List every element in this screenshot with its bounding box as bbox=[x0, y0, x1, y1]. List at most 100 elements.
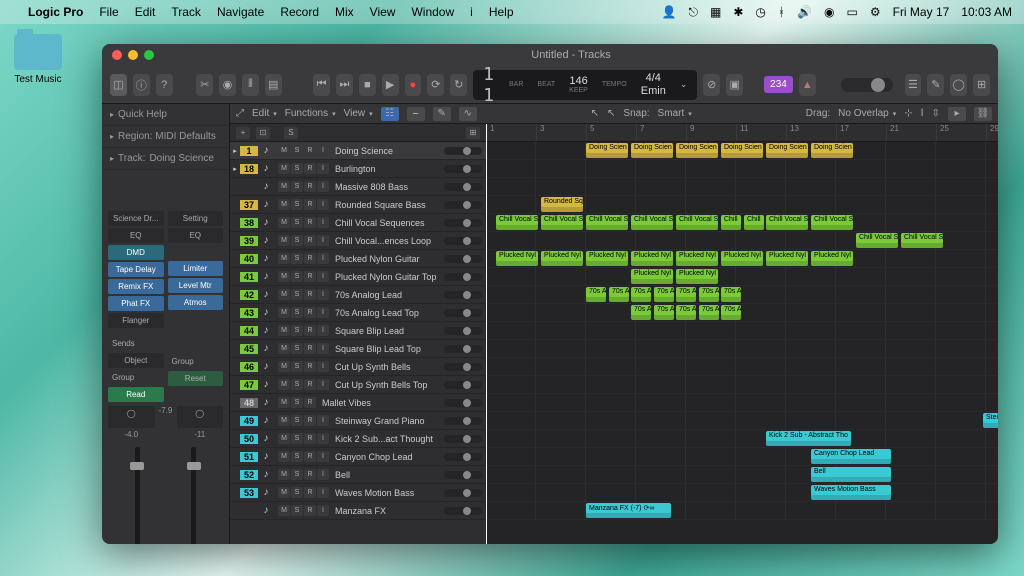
pointer-tool[interactable]: ↖ bbox=[591, 108, 599, 119]
midi-region[interactable]: Plucked Nyl bbox=[676, 269, 718, 284]
mixer-button[interactable]: ⫴ bbox=[242, 74, 259, 96]
track-m-button[interactable]: M bbox=[278, 163, 290, 174]
midi-region[interactable]: 70s A bbox=[676, 305, 696, 320]
track-m-button[interactable]: M bbox=[278, 451, 290, 462]
arrange-lane[interactable]: Kick 2 Sub - Abstract Tho bbox=[486, 430, 998, 448]
track-volume-slider[interactable] bbox=[444, 507, 482, 515]
track-s-button[interactable]: S bbox=[291, 379, 303, 390]
midi-region[interactable]: Plucked Nyl bbox=[496, 251, 538, 266]
track-r-button[interactable]: R bbox=[304, 397, 316, 408]
track-row[interactable]: ▸Track: Doing Science bbox=[102, 148, 229, 170]
insert-phat-fx[interactable]: Phat FX bbox=[108, 296, 164, 311]
menu-help[interactable]: Help bbox=[489, 5, 514, 19]
arrange-lane[interactable]: Plucked NylPlucked Nyl bbox=[486, 268, 998, 286]
midi-region[interactable]: 70s A bbox=[721, 287, 741, 302]
edit-menu[interactable]: Edit bbox=[252, 108, 277, 119]
global-solo-button[interactable]: S bbox=[284, 127, 298, 139]
lcd-display[interactable]: 1 1 BAR BEAT 146KEEP TEMPO 4/4Emin ⌄ bbox=[473, 70, 697, 100]
track-s-button[interactable]: S bbox=[291, 487, 303, 498]
midi-region[interactable]: Kick 2 Sub - Abstract Tho bbox=[766, 431, 851, 446]
track-s-button[interactable]: S bbox=[291, 181, 303, 192]
track-r-button[interactable]: R bbox=[304, 235, 316, 246]
library-button[interactable]: ◫ bbox=[110, 74, 127, 96]
inspector-button[interactable]: ⓘ bbox=[133, 74, 150, 96]
midi-region[interactable]: Plucked Nyl bbox=[676, 251, 718, 266]
track-r-button[interactable]: R bbox=[304, 199, 316, 210]
track-name[interactable]: Doing Science bbox=[333, 146, 444, 156]
forward-button[interactable]: ⏭ bbox=[336, 74, 353, 96]
track-r-button[interactable]: R bbox=[304, 361, 316, 372]
channel-fader-1[interactable] bbox=[112, 447, 163, 544]
track-s-button[interactable]: S bbox=[291, 253, 303, 264]
track-header[interactable]: 44♪MSRISquare Blip Lead bbox=[230, 322, 486, 340]
arrange-lane[interactable]: Plucked NylPlucked NylPlucked NylPlucked… bbox=[486, 250, 998, 268]
track-m-button[interactable]: M bbox=[278, 145, 290, 156]
track-volume-slider[interactable] bbox=[444, 165, 482, 173]
track-r-button[interactable]: R bbox=[304, 289, 316, 300]
track-m-button[interactable]: M bbox=[278, 325, 290, 336]
midi-region[interactable]: Canyon Chop Lead bbox=[811, 449, 891, 464]
track-m-button[interactable]: M bbox=[278, 361, 290, 372]
track-s-button[interactable]: S bbox=[291, 415, 303, 426]
browser-button[interactable]: ⊞ bbox=[973, 74, 990, 96]
midi-region[interactable]: Chill Vocal S bbox=[541, 215, 583, 230]
battery-icon[interactable]: ▭ bbox=[847, 5, 858, 19]
track-name[interactable]: Rounded Square Bass bbox=[333, 200, 444, 210]
eq-slot[interactable]: EQ bbox=[108, 228, 164, 243]
volume-icon[interactable]: 🔊 bbox=[797, 5, 812, 19]
track-name[interactable]: Square Blip Lead bbox=[333, 326, 444, 336]
midi-region[interactable]: 70s A bbox=[654, 287, 674, 302]
link-button[interactable]: ⛓ bbox=[974, 107, 992, 121]
track-m-button[interactable]: M bbox=[278, 217, 290, 228]
track-r-button[interactable]: R bbox=[304, 469, 316, 480]
track-volume-slider[interactable] bbox=[444, 417, 482, 425]
track-name[interactable]: Bell bbox=[333, 470, 444, 480]
size-icon[interactable]: ⤢ bbox=[236, 108, 244, 119]
track-i-button[interactable]: I bbox=[317, 181, 329, 192]
arrange-lane[interactable]: Manzana FX (-7) ⟳∞ bbox=[486, 502, 998, 520]
desktop-folder[interactable]: Test Music bbox=[14, 34, 62, 85]
rewind-button[interactable]: ⏮ bbox=[313, 74, 330, 96]
menu-edit[interactable]: Edit bbox=[135, 5, 156, 19]
insert-remix-fx[interactable]: Remix FX bbox=[108, 279, 164, 294]
drag-value[interactable]: No Overlap bbox=[838, 108, 896, 119]
arrange-lane[interactable]: Doing ScienDoing ScienDoing ScienDoing S… bbox=[486, 142, 998, 160]
midi-region[interactable]: Doing Scien bbox=[721, 143, 763, 158]
track-r-button[interactable]: R bbox=[304, 181, 316, 192]
track-r-button[interactable]: R bbox=[304, 415, 316, 426]
track-r-button[interactable]: R bbox=[304, 343, 316, 354]
track-i-button[interactable]: I bbox=[317, 487, 329, 498]
track-volume-slider[interactable] bbox=[444, 255, 482, 263]
track-name[interactable]: Square Blip Lead Top bbox=[333, 344, 444, 354]
midi-region[interactable]: Doing Scien bbox=[811, 143, 853, 158]
arrange-lane[interactable]: Squ bbox=[486, 322, 998, 340]
track-s-button[interactable]: S bbox=[291, 433, 303, 444]
track-volume-slider[interactable] bbox=[444, 435, 482, 443]
ruler-mark[interactable]: 5 bbox=[586, 124, 636, 141]
track-header[interactable]: 49♪MSRISteinway Grand Piano bbox=[230, 412, 486, 430]
countdown-button[interactable]: ▣ bbox=[726, 74, 743, 96]
midi-region[interactable]: Plucked Nyl bbox=[541, 251, 583, 266]
track-s-button[interactable]: S bbox=[291, 271, 303, 282]
midi-region[interactable]: Doing Scien bbox=[766, 143, 808, 158]
list-editors-button[interactable]: ☰ bbox=[905, 74, 922, 96]
midi-region[interactable]: Chill Vocal S bbox=[811, 215, 853, 230]
pan-knob-2[interactable]: ◯ bbox=[177, 406, 224, 428]
ruler-mark[interactable]: 9 bbox=[686, 124, 736, 141]
midi-region[interactable]: Plucked Nyl bbox=[766, 251, 808, 266]
midi-region[interactable]: 70s A bbox=[721, 305, 741, 320]
timeline-ruler[interactable]: 13579111317212529333741 bbox=[486, 124, 998, 142]
midi-region[interactable]: Waves Motion Bass bbox=[811, 485, 891, 500]
track-i-button[interactable]: I bbox=[317, 199, 329, 210]
midi-region[interactable]: Chill Vocal S bbox=[496, 215, 538, 230]
arrange-lane[interactable]: Canyon Chop Lead bbox=[486, 448, 998, 466]
ruler-mark[interactable]: 29 bbox=[986, 124, 998, 141]
track-header[interactable]: 51♪MSRICanyon Chop Lead bbox=[230, 448, 486, 466]
midi-region[interactable]: Bell bbox=[811, 467, 891, 482]
track-m-button[interactable]: M bbox=[278, 253, 290, 264]
midi-region[interactable]: Doing Scien bbox=[676, 143, 718, 158]
track-r-button[interactable]: R bbox=[304, 451, 316, 462]
track-m-button[interactable]: M bbox=[278, 199, 290, 210]
track-header[interactable]: ♪MSRIMassive 808 Bass bbox=[230, 178, 486, 196]
track-i-button[interactable]: I bbox=[317, 271, 329, 282]
